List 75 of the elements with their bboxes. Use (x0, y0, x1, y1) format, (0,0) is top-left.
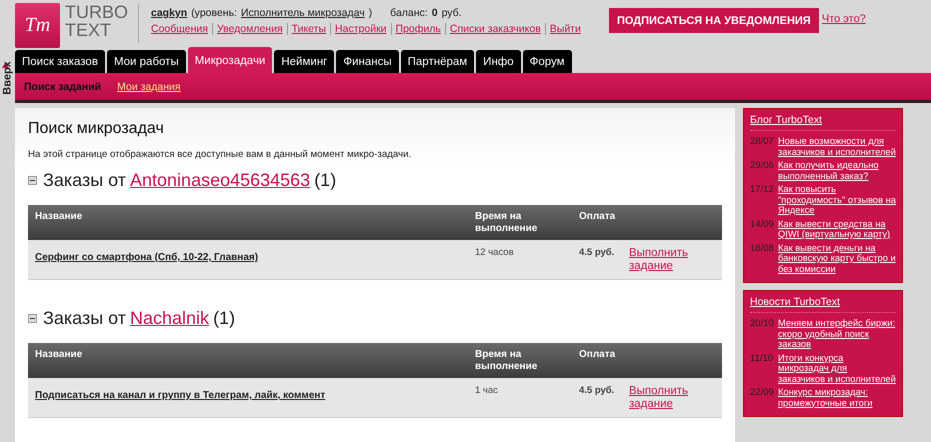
customer-link[interactable]: Antoninaseo45634563 (130, 170, 310, 191)
column-header: Название (35, 349, 84, 362)
logo-text: TEXT (65, 21, 112, 39)
subscribe-button[interactable]: ПОДПИСАТЬСЯ НА УВЕДОМЛЕНИЯ (608, 8, 819, 33)
post-link[interactable]: Как вывести деньги на банковскую карту быстро и без комиссии (778, 242, 896, 274)
group-heading: Заказы от (43, 170, 126, 191)
group-count: (1) (213, 308, 236, 329)
complete-task-link[interactable]: Выполнить задание (629, 385, 722, 411)
column-header: Оплата (579, 211, 616, 224)
post-link[interactable]: Как повысить "проходимость" отзывов на Яндексе (778, 184, 896, 216)
post-link[interactable]: Итоги конкурса микрозадач для заказчиков и исполнителей (778, 352, 896, 384)
task-link[interactable]: Серфинг со смартфона (Спб, 10-22, Главная) (35, 252, 258, 263)
post-link[interactable]: Меняем интерфейс биржи: скоро удобный поиск заказов (778, 318, 896, 350)
subnav-tab[interactable]: Поиск заданий (24, 80, 102, 92)
collapse-toggle[interactable] (28, 176, 37, 185)
nav-link[interactable]: Тикеты (286, 23, 326, 35)
complete-task-link[interactable]: Выполнить задание (629, 247, 722, 273)
balance-value: 0 (432, 7, 438, 19)
page-description: На этой странице отображаются все доступные вам в данный момент микро-задачи. (28, 149, 412, 160)
post-date: 28/07 (750, 136, 775, 149)
group-count: (1) (314, 170, 336, 191)
nav-link[interactable]: Профиль (390, 23, 441, 35)
username-link[interactable]: cagkyn (151, 7, 188, 19)
post-date: 22/09 (750, 387, 775, 400)
post-date: 18/08 (750, 242, 775, 256)
customer-link[interactable]: Nachalnik (130, 308, 210, 329)
nav-link[interactable]: Выйти (544, 23, 581, 35)
time-cell-text: 1 час (475, 385, 499, 398)
nav-link[interactable]: Сообщения (151, 23, 208, 35)
post-link[interactable]: Как получить идеально выполненный заказ? (778, 160, 896, 181)
nav-link[interactable]: Уведомления (212, 23, 283, 35)
column-header: Название (35, 211, 84, 224)
time-cell-text: 12 часов (475, 247, 515, 260)
post-date: 17/12 (750, 184, 775, 197)
column-header: Оплата (579, 349, 616, 362)
group-heading: Заказы от (43, 308, 126, 329)
level-link[interactable]: Исполнитель микрозадач (240, 7, 365, 19)
minus-icon (30, 316, 35, 321)
logo-text: TURBO (65, 3, 128, 21)
collapse-toggle[interactable] (28, 314, 37, 323)
currency-label: руб. (442, 7, 462, 19)
nav-tab[interactable]: Поиск заказов (15, 50, 105, 73)
balance-label: баланс: (390, 7, 428, 19)
column-header: Время на выполнение (475, 349, 538, 374)
nav-tab[interactable]: Мои работы (106, 50, 186, 73)
page-title: Поиск микрозадач (28, 120, 165, 138)
nav-tab[interactable]: Партнёрам (400, 50, 474, 73)
subnav-tab[interactable]: Мои задания (117, 80, 181, 92)
nav-tab[interactable]: Нейминг (274, 50, 334, 73)
post-date: 20/10 (750, 318, 775, 331)
what-link[interactable]: Что это? (822, 13, 866, 25)
minus-icon (30, 178, 35, 183)
nav-tab[interactable]: Микрозадачи (188, 47, 272, 73)
nav-link[interactable]: Настройки (330, 23, 387, 35)
post-date: 29/06 (750, 160, 775, 173)
logo-mark: Tт (15, 3, 60, 48)
post-link[interactable]: Конкурс микрозадач: промежуточные итоги (778, 387, 896, 408)
post-link[interactable]: Новые возможности для заказчиков и исполнителей (778, 136, 896, 157)
level-label: ) (368, 7, 372, 19)
up-link[interactable]: Вверх (2, 61, 14, 95)
pay-cell-text: 4.5 руб. (579, 247, 616, 260)
sidebar-title-link[interactable]: Новости TurboText (750, 296, 896, 313)
task-link[interactable]: Подписаться на канал и группу в Телеграм, лайк, коммент (35, 390, 326, 401)
post-link[interactable]: Как вывести средства на QIWI (виртуальную карту) (778, 218, 896, 240)
nav-tab[interactable]: Форум (522, 50, 572, 73)
nav-tab[interactable]: Финансы (336, 50, 399, 73)
pay-cell-text: 4.5 руб. (579, 385, 616, 398)
nav-tab[interactable]: Инфо (476, 50, 521, 73)
nav-link[interactable]: Списки заказчиков (444, 23, 541, 35)
sidebar-title-link[interactable]: Блог TurboText (750, 114, 896, 131)
column-header: Время на выполнение (475, 211, 538, 236)
level-label: (уровень: (191, 7, 237, 19)
post-date: 11/10 (750, 352, 774, 366)
post-date: 14/09 (750, 218, 775, 232)
up-arrow-icon[interactable] (2, 62, 9, 68)
